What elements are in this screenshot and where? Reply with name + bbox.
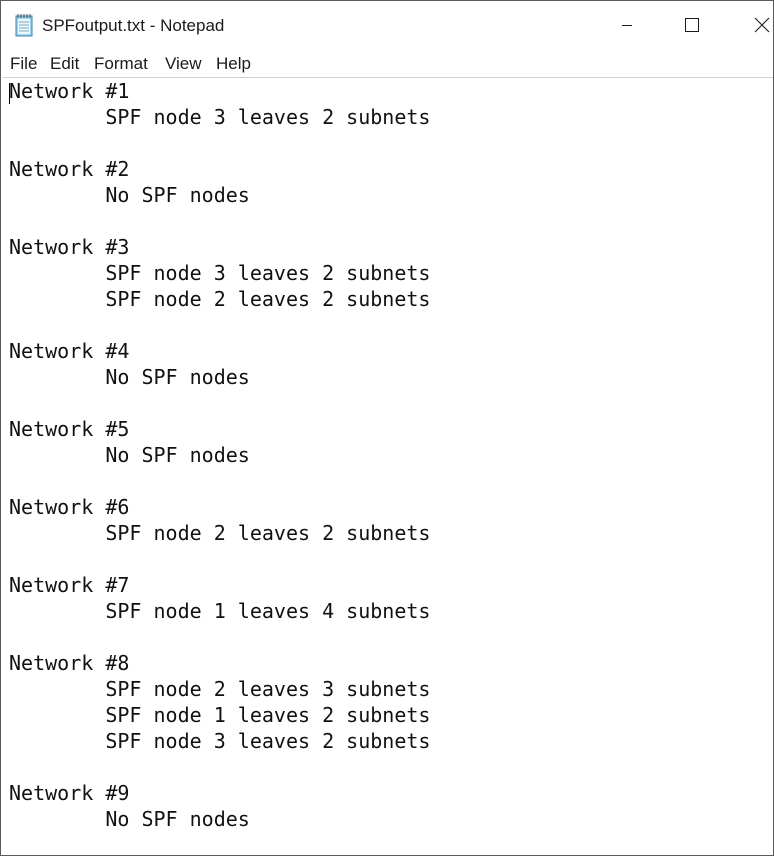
- text-editor[interactable]: Network #1 SPF node 3 leaves 2 subnets N…: [3, 77, 773, 855]
- minimize-button[interactable]: [595, 1, 659, 49]
- maximize-button[interactable]: [659, 1, 723, 49]
- title-bar[interactable]: SPFoutput.txt - Notepad: [1, 1, 773, 49]
- maximize-icon: [685, 18, 699, 32]
- menu-bar: File Edit Format View Help: [1, 49, 773, 77]
- close-icon: [754, 17, 770, 33]
- menu-format[interactable]: Format: [94, 53, 148, 75]
- document-content[interactable]: Network #1 SPF node 3 leaves 2 subnets N…: [9, 78, 430, 832]
- menu-view[interactable]: View: [165, 53, 202, 75]
- menu-edit[interactable]: Edit: [50, 53, 79, 75]
- notepad-window: SPFoutput.txt - Notepad File Edit Format…: [0, 0, 774, 856]
- minimize-icon: [622, 25, 632, 26]
- notepad-icon[interactable]: [14, 13, 34, 37]
- menu-file[interactable]: File: [10, 53, 37, 75]
- menu-help[interactable]: Help: [216, 53, 251, 75]
- window-title: SPFoutput.txt - Notepad: [42, 16, 225, 35]
- close-button[interactable]: [723, 1, 773, 49]
- text-caret: [9, 83, 10, 104]
